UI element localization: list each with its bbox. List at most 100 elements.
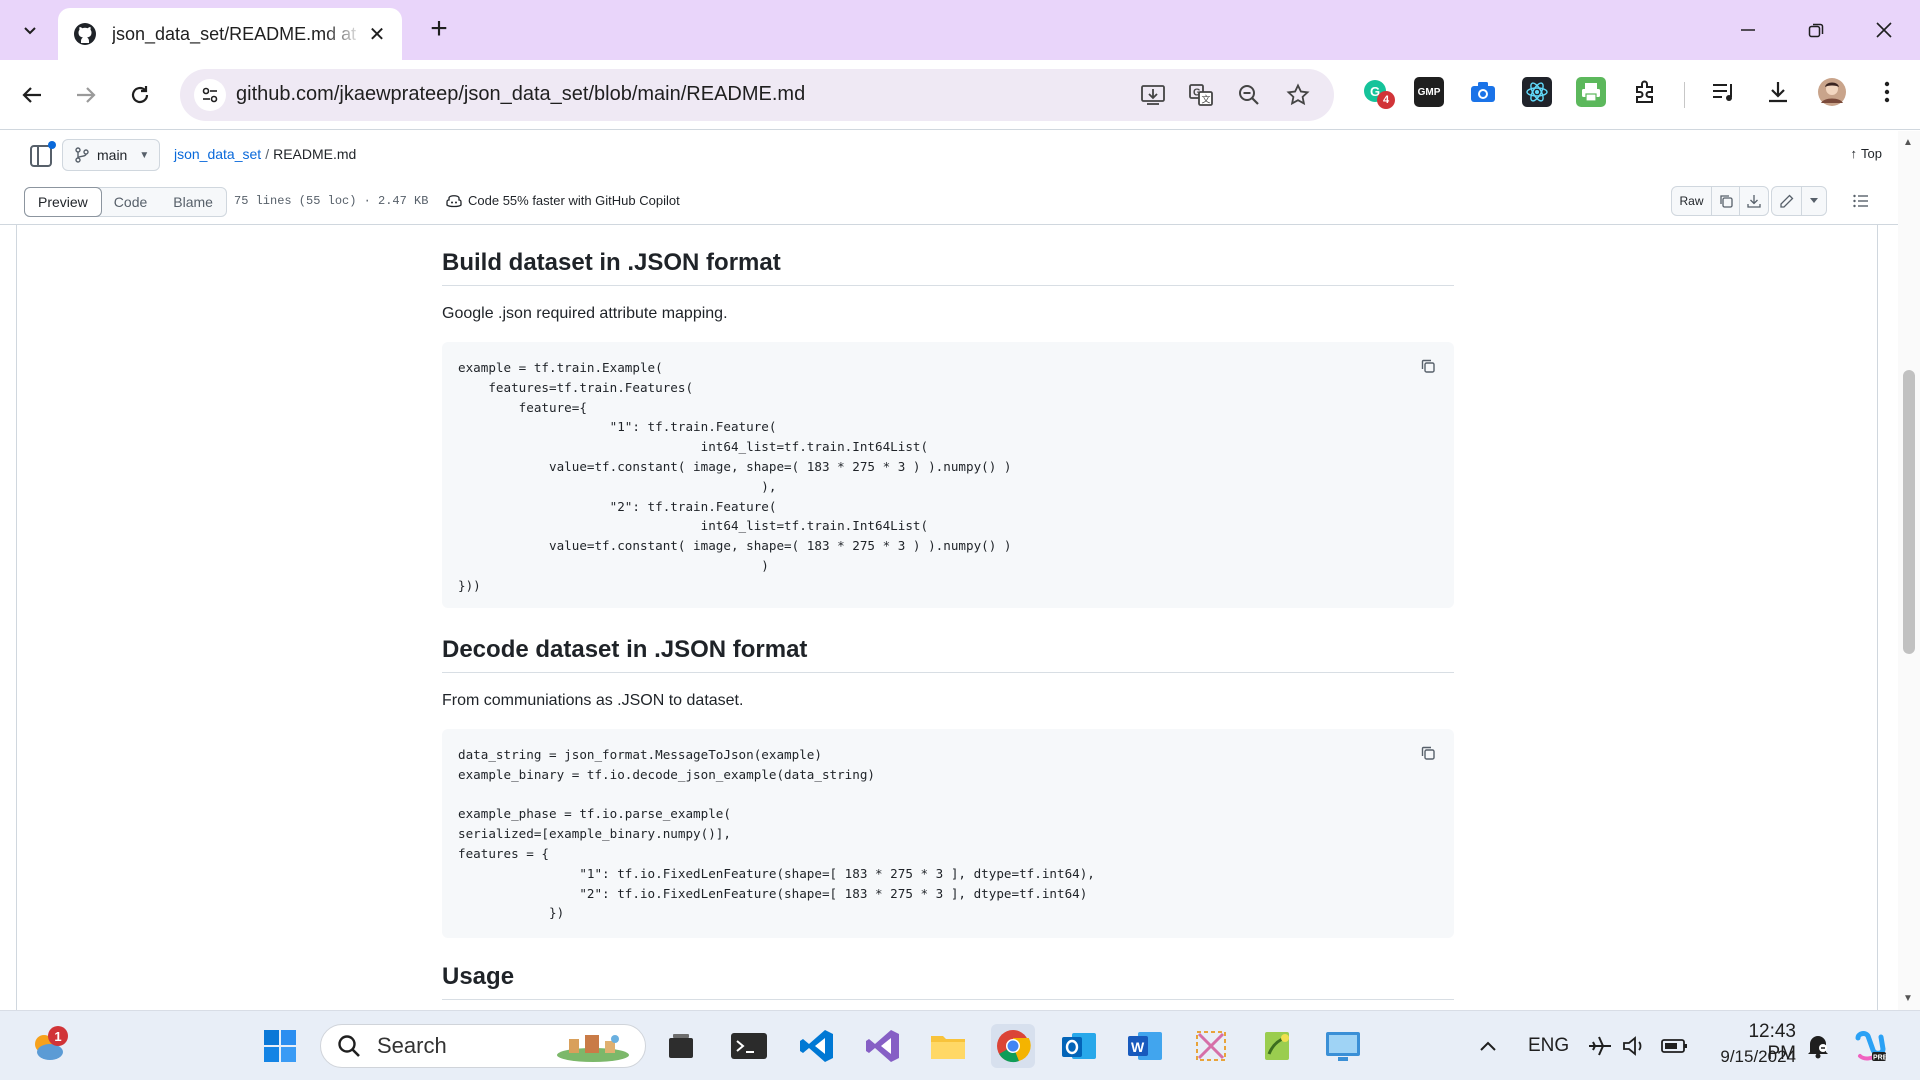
copy-raw-icon[interactable] [1712, 187, 1740, 215]
scrollbar-thumb[interactable] [1903, 370, 1915, 654]
windows-taskbar: 1 Search W ENG 12:43 PM 9/15/2024 PRE [0, 1010, 1920, 1080]
notification-dot [48, 141, 56, 149]
chrome-app-icon[interactable] [991, 1024, 1035, 1068]
clock-date[interactable]: 9/15/2024 [1698, 1047, 1796, 1067]
outline-list-icon[interactable] [1844, 186, 1878, 216]
page-scrollbar[interactable]: ▲ ▼ [1898, 131, 1920, 1010]
svg-text:文: 文 [1202, 94, 1211, 106]
weather-widget-icon[interactable]: 1 [26, 1024, 70, 1068]
notepad-plus-app-icon[interactable] [1255, 1024, 1299, 1068]
volume-icon[interactable] [1614, 1024, 1654, 1068]
snipping-tool-app-icon[interactable] [1189, 1024, 1233, 1068]
heading-build-dataset: Build dataset in .JSON format [442, 249, 1454, 286]
tab-code[interactable]: Code [101, 188, 160, 216]
chrome-menu-icon[interactable] [1872, 77, 1902, 107]
task-view-icon[interactable] [659, 1024, 703, 1068]
search-icon [338, 1035, 360, 1057]
copilot-promo[interactable]: Code 55% faster with GitHub Copilot [446, 193, 680, 208]
branch-name: main [97, 147, 128, 163]
copy-code-icon[interactable] [1416, 354, 1440, 378]
outlook-app-icon[interactable] [1057, 1024, 1101, 1068]
new-tab-button[interactable]: + [424, 12, 454, 45]
file-explorer-app-icon[interactable] [926, 1024, 970, 1068]
view-mode-tabs: Preview Code Blame [24, 187, 227, 217]
tab-preview[interactable]: Preview [24, 187, 102, 217]
install-app-icon[interactable] [1138, 81, 1168, 109]
restore-window-icon[interactable] [1792, 12, 1840, 48]
visual-studio-app-icon[interactable] [861, 1024, 905, 1068]
edit-pencil-icon[interactable] [1772, 187, 1802, 215]
taskbar-search-box[interactable]: Search [320, 1024, 646, 1068]
browser-toolbar: github.com/jkaewprateep/json_data_set/bl… [0, 60, 1920, 130]
terminal-app-icon[interactable] [727, 1024, 771, 1068]
browser-tab-active[interactable]: json_data_set/README.md at main ✕ [58, 8, 402, 60]
remote-desktop-app-icon[interactable] [1321, 1024, 1365, 1068]
language-indicator[interactable]: ENG [1528, 1035, 1569, 1057]
file-tree-toggle-icon[interactable] [30, 141, 56, 167]
branch-selector-button[interactable]: main ▼ [62, 139, 160, 171]
edit-button-group [1771, 186, 1827, 216]
url-host: github.com [236, 83, 334, 105]
url-text[interactable]: github.com/jkaewprateep/json_data_set/bl… [236, 83, 805, 106]
translate-icon[interactable]: G文 [1186, 81, 1216, 109]
word-app-icon[interactable]: W [1123, 1024, 1167, 1068]
paragraph-build-dataset: Google .json required attribute mapping. [442, 305, 728, 322]
windows-start-icon[interactable] [258, 1024, 302, 1068]
breadcrumb: json_data_set / README.md [174, 146, 356, 162]
url-path: /jkaewprateep/json_data_set/blob/main/RE… [333, 83, 806, 105]
search-placeholder: Search [377, 1033, 447, 1058]
arrow-up-icon: ↑ [1850, 146, 1858, 161]
show-hidden-icons-chevron-icon[interactable] [1466, 1024, 1510, 1068]
git-branch-icon [75, 147, 89, 163]
scroll-up-icon[interactable]: ▲ [1903, 137, 1913, 148]
edit-dropdown-icon[interactable] [1802, 187, 1826, 215]
code-text-build: example = tf.train.Example( features=tf.… [458, 360, 1012, 593]
readme-container: Build dataset in .JSON format Google .js… [16, 225, 1878, 1010]
scroll-down-icon[interactable]: ▼ [1903, 993, 1913, 1004]
extensions-puzzle-icon[interactable] [1630, 77, 1660, 107]
battery-icon[interactable] [1654, 1024, 1694, 1068]
raw-copy-download-group: Raw [1671, 186, 1769, 216]
file-header: main ▼ json_data_set / README.md ↑ Top Prev… [0, 131, 1898, 225]
forward-arrow-icon[interactable] [68, 77, 104, 113]
profile-avatar[interactable] [1817, 77, 1847, 107]
breadcrumb-repo-link[interactable]: json_data_set [174, 146, 261, 162]
site-info-icon[interactable] [194, 79, 226, 111]
react-devtools-extension-icon[interactable] [1522, 77, 1552, 107]
gmp-extension-icon[interactable]: GMP [1414, 77, 1444, 107]
grammarly-extension-icon[interactable]: G 4 [1361, 77, 1395, 109]
reload-icon[interactable] [122, 77, 158, 113]
tab-close-icon[interactable]: ✕ [364, 21, 390, 47]
downloads-icon[interactable] [1763, 77, 1793, 107]
tab-blame[interactable]: Blame [160, 188, 226, 216]
bookmark-star-icon[interactable] [1283, 81, 1313, 109]
code-text-decode: data_string = json_format.MessageToJson(… [458, 747, 1095, 921]
svg-text:PRE: PRE [1873, 1055, 1888, 1062]
tab-search-dropdown-icon[interactable] [16, 16, 44, 44]
close-window-icon[interactable] [1860, 12, 1908, 48]
download-raw-icon[interactable] [1740, 187, 1768, 215]
raw-button[interactable]: Raw [1672, 187, 1712, 215]
media-control-icon[interactable] [1709, 77, 1739, 107]
svg-text:W: W [1131, 1039, 1145, 1055]
gmp-label: GMP [1417, 86, 1441, 98]
minimize-icon[interactable] [1724, 12, 1772, 48]
camera-extension-icon[interactable] [1468, 77, 1498, 107]
address-bar[interactable]: github.com/jkaewprateep/json_data_set/bl… [180, 69, 1334, 121]
vscode-app-icon[interactable] [795, 1024, 839, 1068]
code-block-build: example = tf.train.Example( features=tf.… [442, 342, 1454, 608]
zoom-icon[interactable] [1234, 81, 1264, 109]
caret-down-icon: ▼ [139, 149, 150, 161]
paragraph-decode-dataset: From communiations as .JSON to dataset. [442, 692, 744, 709]
copilot-taskbar-icon[interactable]: PRE [1848, 1024, 1892, 1068]
printer-extension-icon[interactable] [1576, 77, 1606, 107]
top-link[interactable]: ↑ Top [1851, 146, 1882, 161]
notification-bell-icon[interactable] [1798, 1024, 1838, 1068]
tab-title: json_data_set/README.md at main [112, 23, 362, 44]
extension-badge: 4 [1377, 91, 1395, 109]
heading-usage: Usage [442, 963, 1454, 1000]
toolbar-divider [1684, 82, 1685, 108]
copy-code-icon[interactable] [1416, 741, 1440, 765]
heading-decode-dataset: Decode dataset in .JSON format [442, 636, 1454, 673]
back-arrow-icon[interactable] [14, 77, 50, 113]
